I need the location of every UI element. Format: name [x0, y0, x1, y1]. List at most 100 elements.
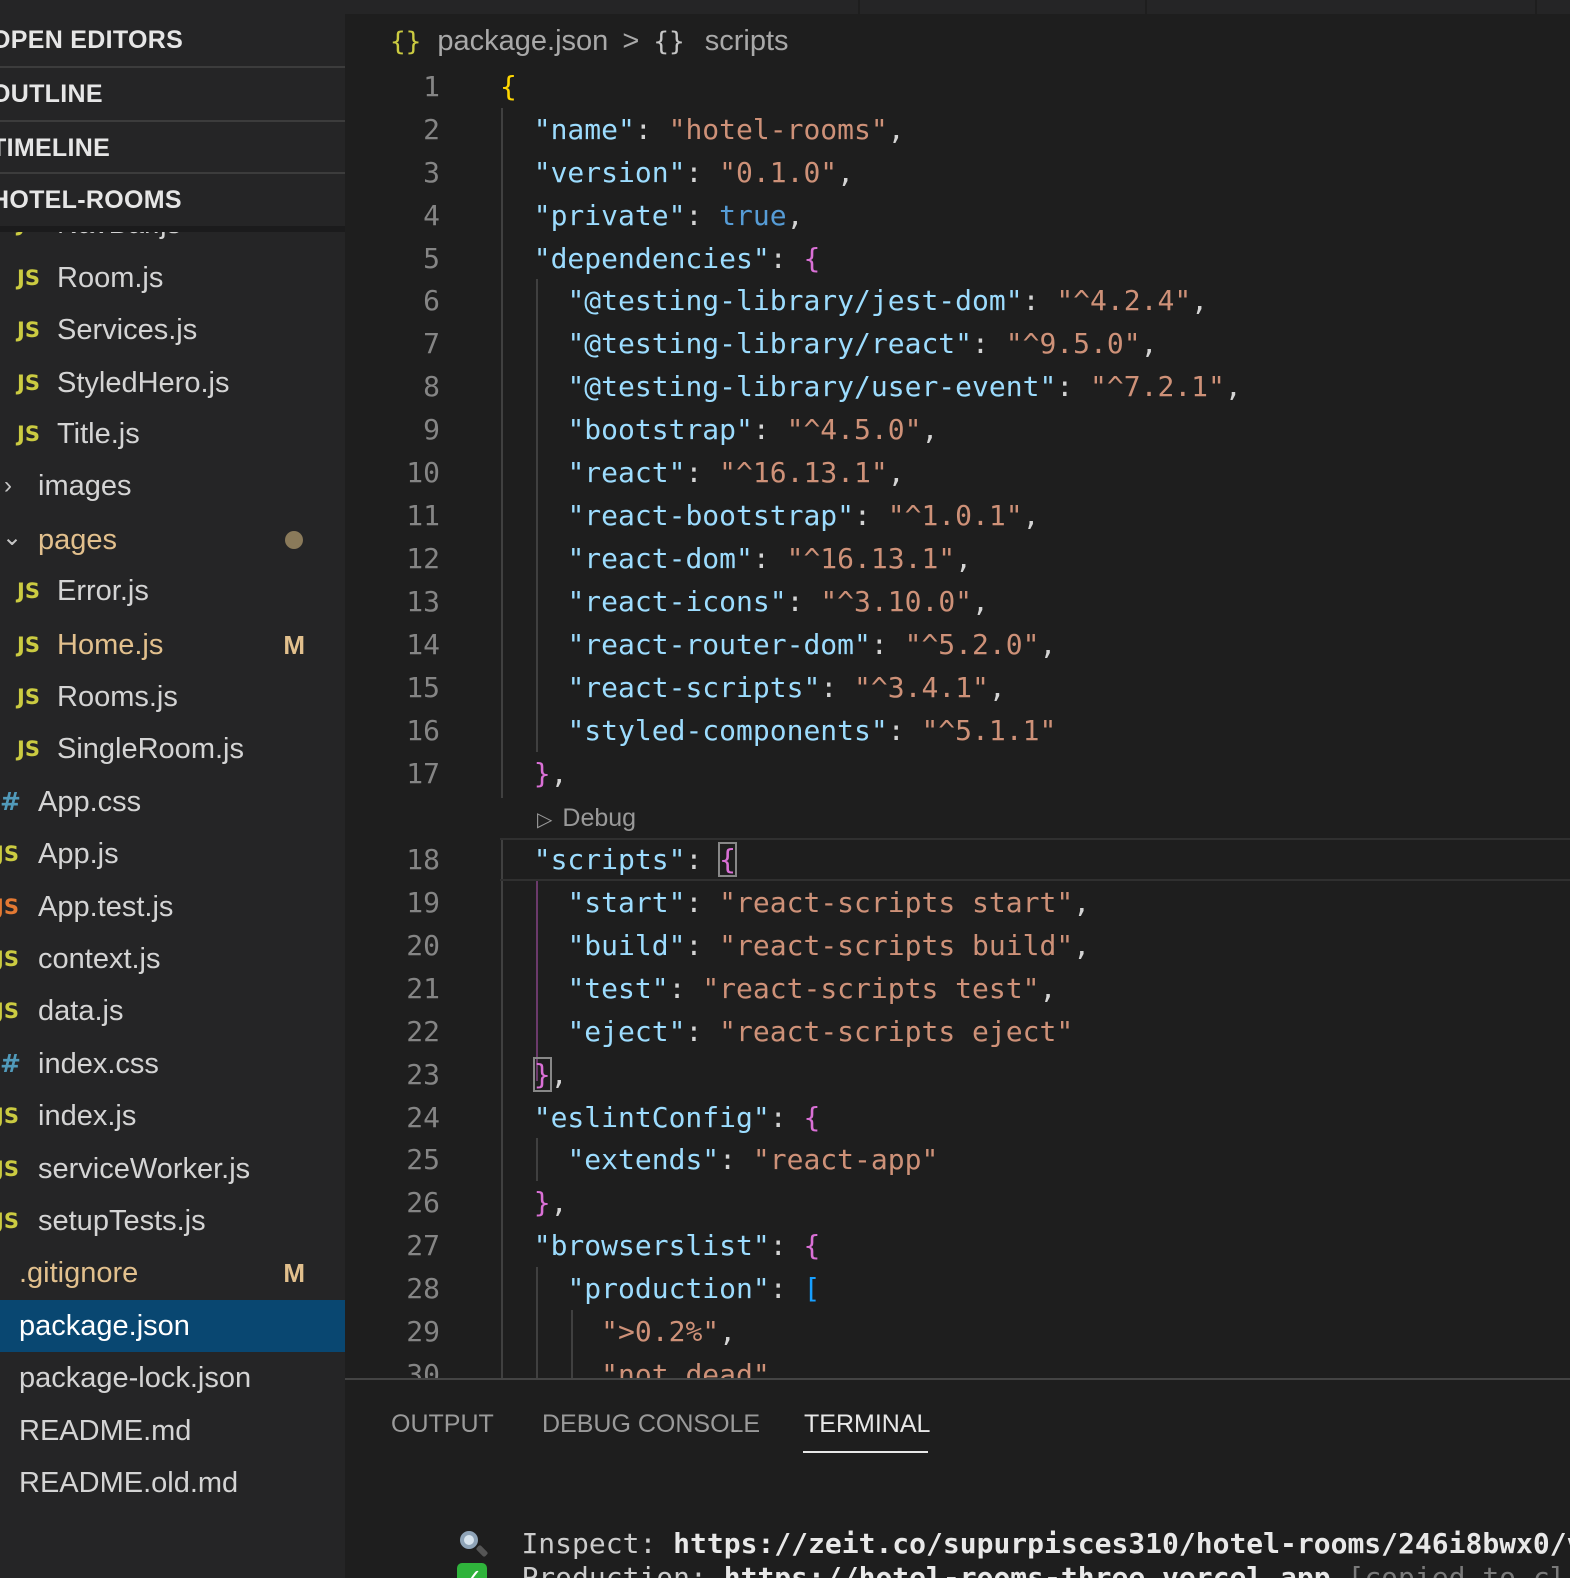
code-line[interactable]: 2 "name": "hotel-rooms", [345, 108, 1570, 151]
code-token: , [972, 585, 989, 618]
code-token: , [887, 456, 905, 489]
file-navbar-js[interactable]: JS NavBar.js [0, 232, 345, 250]
code-token: , [550, 757, 568, 790]
production-url[interactable]: https://hotel-rooms-three.vercel.app [724, 1561, 1331, 1578]
code-line[interactable]: 20 "build": "react-scripts build", [345, 924, 1570, 967]
code-content: "dependencies": { [500, 237, 821, 280]
modified-badge: M [283, 630, 305, 660]
codelens-debug[interactable]: ▷ Debug [537, 798, 636, 838]
code-line[interactable]: 16 "styled-components": "^5.1.1" [345, 709, 1570, 752]
section-timeline[interactable]: TIMELINE [0, 122, 345, 174]
code-line[interactable]: 13 "react-icons": "^3.10.0", [345, 580, 1570, 623]
section-outline[interactable]: OUTLINE [0, 68, 345, 120]
file-singleroom-js[interactable]: JS SingleRoom.js [0, 723, 345, 775]
line-number: 25 [406, 1143, 440, 1176]
code-content: "@testing-library/react": "^9.5.0", [500, 322, 1157, 365]
play-icon: ▷ [537, 809, 553, 831]
code-line[interactable]: 5 "dependencies": { [345, 237, 1570, 280]
code-line[interactable]: 7 "@testing-library/react": "^9.5.0", [345, 322, 1570, 365]
code-content: "extends": "react-app" [500, 1138, 938, 1181]
code-line[interactable]: 10 "react": "^16.13.1", [345, 451, 1570, 494]
code-line[interactable]: 15 "react-scripts": "^3.4.1", [345, 666, 1570, 709]
file-app-css[interactable]: # App.css [0, 776, 345, 828]
file-context-js[interactable]: JS context.js [0, 933, 345, 985]
code-line[interactable]: 27 "browserslist": { [345, 1224, 1570, 1267]
code-token: , [1022, 499, 1040, 532]
code-content: "eject": "react-scripts eject" [500, 1010, 1073, 1053]
code-content: { [500, 65, 517, 108]
code-token: { [803, 242, 821, 275]
code-line[interactable]: 18 "scripts": { [345, 838, 1570, 881]
line-number: 26 [406, 1186, 440, 1219]
code-editor[interactable]: {} package.json > {} scripts ▷ Debug 1{2 … [345, 0, 1570, 1378]
file-app-js[interactable]: JS App.js [0, 828, 345, 880]
code-line[interactable]: 9 "bootstrap": "^4.5.0", [345, 408, 1570, 451]
code-token: "eject" [567, 1015, 686, 1048]
code-token: [ [803, 1272, 821, 1305]
code-content: "name": "hotel-rooms", [500, 108, 905, 151]
code-line[interactable]: 28 "production": [ [345, 1267, 1570, 1310]
code-line[interactable]: 3 "version": "0.1.0", [345, 151, 1570, 194]
code-line[interactable]: 26 }, [345, 1181, 1570, 1224]
file-title-js[interactable]: JS Title.js [0, 408, 345, 460]
tab-terminal[interactable]: TERMINAL [804, 1402, 930, 1446]
code-line[interactable]: 14 "react-router-dom": "^5.2.0", [345, 623, 1570, 666]
code-line[interactable]: 1{ [345, 65, 1570, 108]
file-label: serviceWorker.js [38, 1153, 251, 1185]
tab-debug-console[interactable]: DEBUG CONSOLE [542, 1402, 760, 1446]
code-line[interactable]: 11 "react-bootstrap": "^1.0.1", [345, 494, 1570, 537]
file-serviceworker-js[interactable]: JS serviceWorker.js [0, 1143, 345, 1195]
file-styledhero-js[interactable]: JS StyledHero.js [0, 357, 345, 409]
line-number: 22 [406, 1015, 440, 1048]
file-index-css[interactable]: # index.css [0, 1038, 345, 1090]
code-token: , [719, 1315, 737, 1348]
code-line[interactable]: 12 "react-dom": "^16.13.1", [345, 537, 1570, 580]
line-number: 29 [406, 1315, 440, 1348]
file-data-js[interactable]: JS data.js [0, 985, 345, 1037]
breadcrumb-file[interactable]: package.json [437, 25, 608, 57]
file-readme-old-md[interactable]: README.old.md [0, 1457, 345, 1509]
file-error-js[interactable]: JS Error.js [0, 565, 345, 617]
section-project[interactable]: HOTEL-ROOMS [0, 174, 345, 226]
code-line[interactable]: 4 "private": true, [345, 194, 1570, 237]
code-token: : [685, 156, 720, 189]
tab-output[interactable]: OUTPUT [391, 1402, 494, 1446]
file-home-js[interactable]: JS Home.js M [0, 619, 345, 671]
breadcrumb-symbol[interactable]: scripts [705, 25, 789, 57]
folder-pages[interactable]: ⌄ pages [0, 514, 345, 566]
code-line[interactable]: 17 }, [345, 752, 1570, 795]
code-line[interactable]: 24 "eslintConfig": { [345, 1096, 1570, 1139]
section-open-editors[interactable]: OPEN EDITORS [0, 14, 345, 66]
code-line[interactable]: 22 "eject": "react-scripts eject" [345, 1010, 1570, 1053]
file-package-json[interactable]: package.json [0, 1300, 345, 1352]
file-rooms-js[interactable]: JS Rooms.js [0, 671, 345, 723]
file-label: Error.js [57, 575, 149, 607]
file-index-js[interactable]: JS index.js [0, 1090, 345, 1142]
file-gitignore[interactable]: .gitignore M [0, 1247, 345, 1299]
file-room-js[interactable]: JS Room.js [0, 252, 345, 304]
code-token: "hotel-rooms" [668, 113, 888, 146]
code-line[interactable]: 21 "test": "react-scripts test", [345, 967, 1570, 1010]
code-token: , [550, 1058, 568, 1091]
code-line[interactable]: 30 "not dead", [345, 1353, 1570, 1378]
code-line[interactable]: 8 "@testing-library/user-event": "^7.2.1… [345, 365, 1570, 408]
file-package-lock-json[interactable]: package-lock.json [0, 1352, 345, 1404]
file-label: StyledHero.js [57, 367, 230, 399]
file-readme-md[interactable]: README.md [0, 1405, 345, 1457]
code-line[interactable]: 23 }, [345, 1053, 1570, 1096]
file-app-test-js[interactable]: JS App.test.js [0, 881, 345, 933]
code-line[interactable]: 6 "@testing-library/jest-dom": "^4.2.4", [345, 279, 1570, 322]
code-line[interactable]: 29 ">0.2%", [345, 1310, 1570, 1353]
code-line[interactable]: 19 "start": "react-scripts start", [345, 881, 1570, 924]
code-content: ">0.2%", [500, 1310, 736, 1353]
code-token: , [786, 199, 804, 232]
code-token: : [1022, 284, 1057, 317]
code-token: : [870, 628, 905, 661]
code-token: "react-bootstrap" [567, 499, 855, 532]
code-token: "react-scripts start" [719, 886, 1074, 919]
file-setuptests-js[interactable]: JS setupTests.js [0, 1195, 345, 1247]
code-line[interactable]: 25 "extends": "react-app" [345, 1138, 1570, 1181]
file-services-js[interactable]: JS Services.js [0, 304, 345, 356]
folder-images[interactable]: › images [0, 460, 345, 512]
